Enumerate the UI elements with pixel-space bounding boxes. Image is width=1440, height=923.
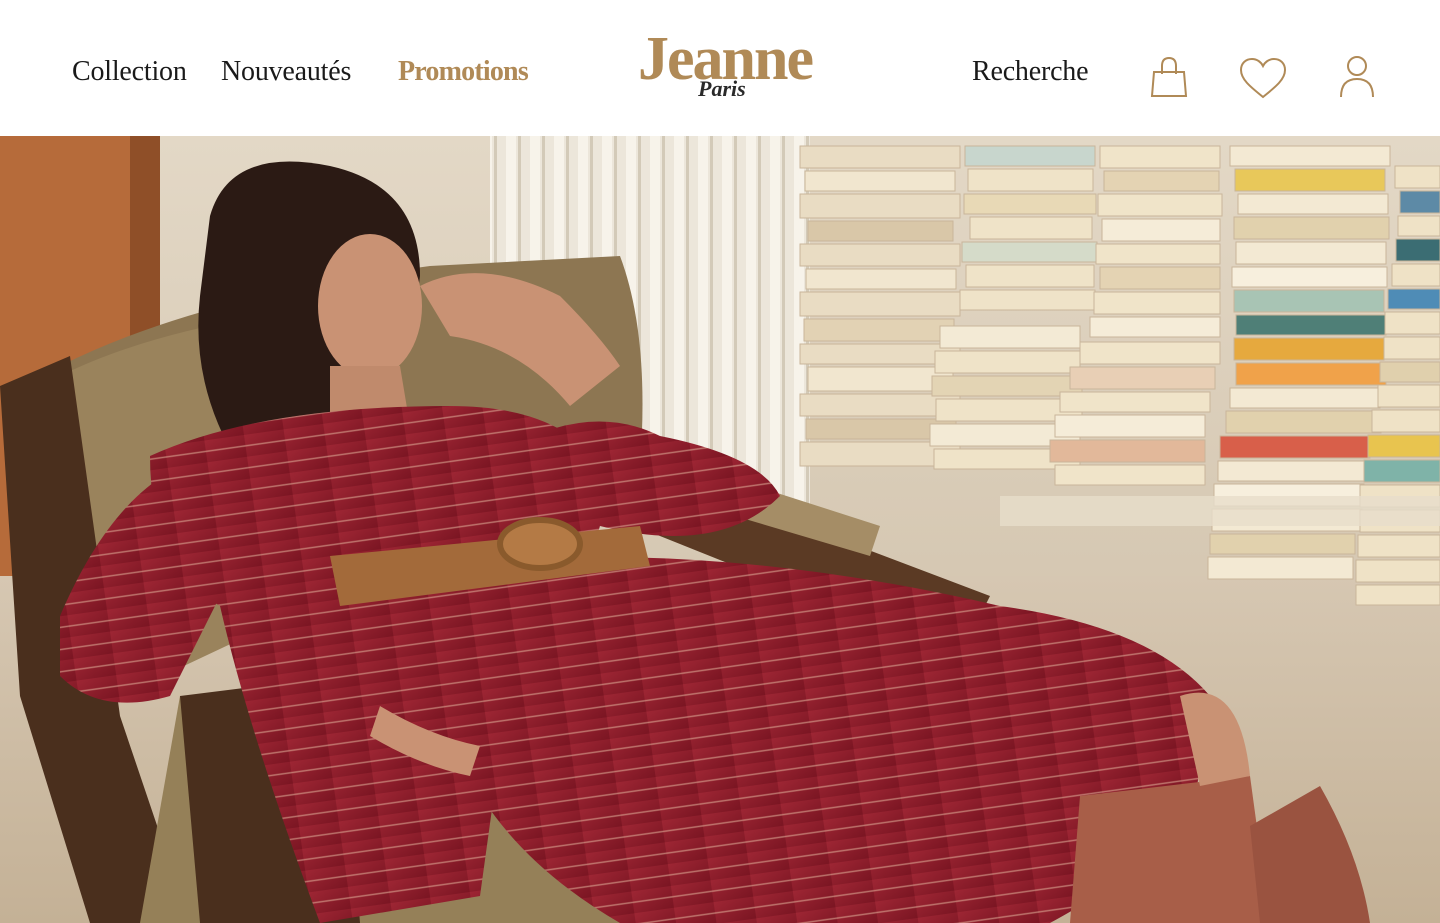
nav-nouveautes[interactable]: Nouveautés	[221, 54, 351, 90]
user-icon[interactable]	[1338, 54, 1376, 100]
site-header: Collection Nouveautés Promotions Jeanne …	[0, 0, 1440, 136]
logo-city: Paris	[698, 76, 746, 101]
nav-search[interactable]: Recherche	[972, 54, 1089, 90]
hero-photo	[0, 136, 1440, 923]
heart-icon[interactable]	[1238, 56, 1288, 100]
nav-promotions[interactable]: Promotions	[398, 54, 529, 90]
hero-image	[0, 136, 1440, 923]
brand-logo[interactable]: Jeanne Paris	[630, 26, 816, 106]
nav-collection[interactable]: Collection	[72, 54, 187, 90]
shopping-bag-icon[interactable]	[1150, 54, 1188, 100]
